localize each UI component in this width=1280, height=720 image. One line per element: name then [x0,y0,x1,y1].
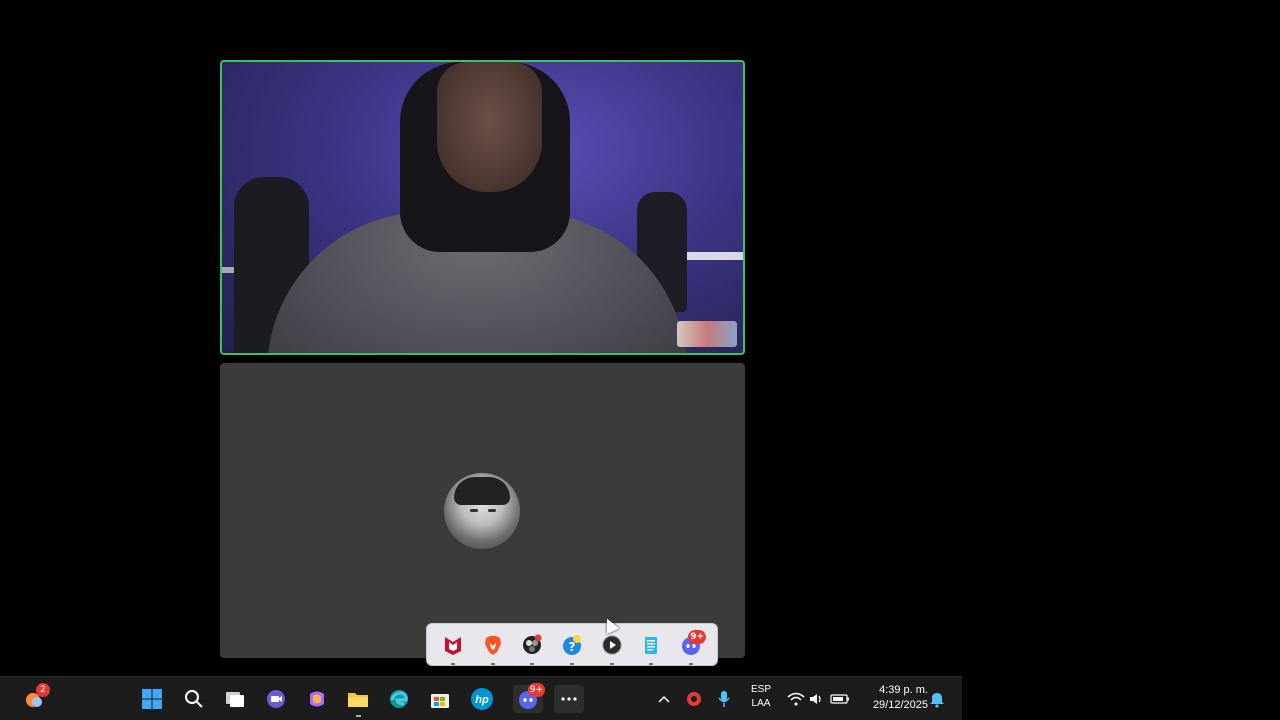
more-apps-icon[interactable] [554,685,584,713]
hp-icon[interactable]: hp [467,685,497,713]
participant-avatar[interactable] [444,473,520,549]
brave-icon[interactable] [480,632,506,665]
desktop-screen: ? 9+ 2 hp 9+ ESP LAA 4:39 p. m. 29/12/20… [0,0,1280,720]
participant-video-tile[interactable] [220,60,745,355]
start-button[interactable] [137,685,167,713]
copilot-icon[interactable] [302,685,332,713]
taskbar-overflow-tray: ? 9+ [426,623,718,666]
weather-widget-icon[interactable]: 2 [18,683,50,713]
windows-taskbar: 2 hp 9+ ESP LAA 4:39 p. m. 29/12/2025 [0,676,962,720]
media-player-icon[interactable] [599,632,625,665]
language-indicator[interactable]: ESP LAA [746,683,776,711]
discord-notification-badge: 9+ [688,629,707,644]
notification-bell-icon[interactable] [922,685,952,713]
avatar-hair [454,477,510,505]
discord-taskbar-icon[interactable]: 9+ [513,683,545,713]
task-view-icon[interactable] [220,685,250,713]
notepad-icon[interactable] [638,632,664,665]
microsoft-store-icon[interactable] [425,685,455,713]
participant-avatar-tile[interactable] [220,363,745,658]
weather-badge: 2 [36,683,50,697]
obs-icon[interactable] [519,632,545,665]
avatar-eye [470,509,478,512]
discord-icon[interactable]: 9+ [678,629,707,665]
participant-face [437,62,542,192]
svg-text:?: ? [568,640,575,654]
system-clock[interactable]: 4:39 p. m. 29/12/2025 [862,683,928,713]
desk-items [677,321,737,347]
battery-icon[interactable] [825,685,855,713]
edge-icon[interactable] [384,685,414,713]
search-icon[interactable] [179,685,209,713]
keyboard-layout: LAA [751,698,771,709]
chevron-up-icon[interactable] [649,685,679,713]
svg-text:hp: hp [475,694,489,706]
tray-app-icon[interactable] [679,685,709,713]
file-explorer-icon[interactable] [343,685,373,717]
meet-icon[interactable] [261,685,291,713]
discord-taskbar-badge: 9+ [527,683,545,697]
avatar-eye [488,509,496,512]
clock-date: 29/12/2025 [872,699,928,711]
language-code: ESP [750,684,771,695]
clock-time: 4:39 p. m. [879,684,928,696]
help-icon[interactable]: ? [559,632,585,665]
microphone-icon[interactable] [709,685,739,713]
mcafee-icon[interactable] [440,632,466,665]
